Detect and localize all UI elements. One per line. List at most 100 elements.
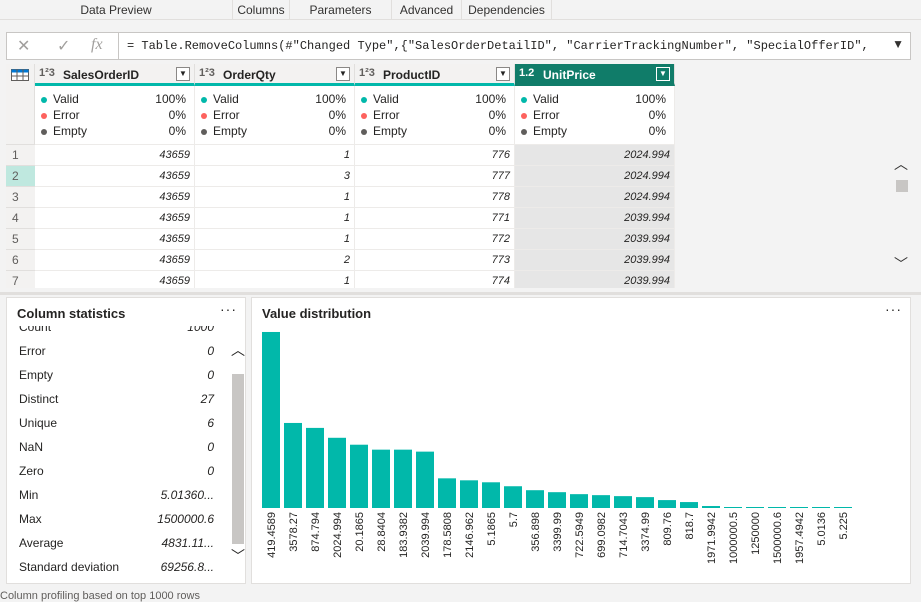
- filter-dropdown-icon[interactable]: ▼: [656, 67, 670, 81]
- table-icon[interactable]: [11, 69, 29, 81]
- check-icon[interactable]: ✓: [57, 36, 70, 56]
- distribution-bar[interactable]: [592, 495, 610, 508]
- decimal-type-icon[interactable]: 1.2: [519, 67, 534, 79]
- table-cell[interactable]: 3: [195, 165, 355, 186]
- distribution-bar[interactable]: [658, 500, 676, 508]
- distribution-bar[interactable]: [284, 422, 302, 508]
- column-quality-unitprice: Valid 100% Error 0% Empty 0%: [515, 86, 675, 144]
- distribution-bar[interactable]: [438, 478, 456, 508]
- row-number[interactable]: 6: [6, 249, 35, 270]
- table-cell[interactable]: 2024.994: [515, 186, 675, 207]
- table-cell[interactable]: 43659: [35, 165, 195, 186]
- distribution-bar[interactable]: [724, 507, 742, 508]
- statistics-scrollbar[interactable]: ︿ ﹀: [229, 340, 247, 568]
- table-cell[interactable]: 43659: [35, 270, 195, 288]
- row-number[interactable]: 5: [6, 228, 35, 249]
- table-cell[interactable]: 43659: [35, 249, 195, 270]
- table-cell[interactable]: 776: [355, 144, 515, 165]
- table-cell[interactable]: 43659: [35, 228, 195, 249]
- table-cell[interactable]: 2039.994: [515, 228, 675, 249]
- table-cell[interactable]: 1: [195, 228, 355, 249]
- distribution-bar[interactable]: [702, 506, 720, 508]
- row-number[interactable]: 2: [6, 165, 35, 186]
- statistic-label: Error: [19, 344, 46, 358]
- table-cell[interactable]: 773: [355, 249, 515, 270]
- table-cell[interactable]: 774: [355, 270, 515, 288]
- distribution-bar[interactable]: [636, 497, 654, 508]
- distribution-bar[interactable]: [548, 492, 566, 508]
- row-number[interactable]: 1: [6, 144, 35, 165]
- distribution-bar[interactable]: [460, 480, 478, 508]
- table-cell[interactable]: 2024.994: [515, 165, 675, 186]
- column-header-productid[interactable]: 1²3 ProductID ▼: [355, 64, 515, 86]
- table-cell[interactable]: 778: [355, 186, 515, 207]
- grid-scrollbar[interactable]: ︿ ﹀: [892, 150, 912, 274]
- distribution-bar[interactable]: [372, 449, 390, 508]
- formula-input[interactable]: = Table.RemoveColumns(#"Changed Type",{"…: [127, 39, 887, 53]
- scroll-down-icon[interactable]: ﹀: [231, 546, 245, 566]
- distribution-bar[interactable]: [328, 437, 346, 508]
- table-cell[interactable]: 1: [195, 186, 355, 207]
- scroll-thumb[interactable]: [232, 374, 244, 544]
- table-cell[interactable]: 43659: [35, 144, 195, 165]
- distribution-bar[interactable]: [416, 451, 434, 508]
- table-cell[interactable]: 772: [355, 228, 515, 249]
- table-cell[interactable]: 771: [355, 207, 515, 228]
- statistic-row: NaN 0: [19, 440, 214, 464]
- row-number[interactable]: 7: [6, 270, 35, 288]
- column-header-unitprice[interactable]: 1.2 UnitPrice ▼: [515, 64, 675, 86]
- table-cell[interactable]: 2024.994: [515, 144, 675, 165]
- distribution-bar[interactable]: [746, 507, 764, 508]
- column-header-orderqty[interactable]: 1²3 OrderQty ▼: [195, 64, 355, 86]
- scroll-up-icon[interactable]: ︿: [231, 340, 245, 360]
- table-menu-corner[interactable]: [6, 64, 35, 146]
- distribution-bar[interactable]: [812, 507, 830, 508]
- table-cell[interactable]: 2039.994: [515, 249, 675, 270]
- table-cell[interactable]: 1: [195, 144, 355, 165]
- table-cell[interactable]: 1: [195, 270, 355, 288]
- distribution-bar[interactable]: [504, 486, 522, 508]
- distribution-bar[interactable]: [680, 502, 698, 508]
- filter-dropdown-icon[interactable]: ▼: [336, 67, 350, 81]
- scroll-thumb[interactable]: [896, 180, 908, 192]
- statistic-label: Empty: [19, 368, 54, 382]
- distribution-bar[interactable]: [262, 331, 280, 508]
- table-cell[interactable]: 2: [195, 249, 355, 270]
- table-cell[interactable]: 2039.994: [515, 207, 675, 228]
- whole-number-type-icon[interactable]: 1²3: [359, 67, 375, 79]
- distribution-bar[interactable]: [834, 507, 852, 508]
- fx-icon[interactable]: fx: [91, 36, 103, 54]
- distribution-bar[interactable]: [482, 482, 500, 508]
- pane-divider[interactable]: [0, 292, 921, 295]
- distribution-bar[interactable]: [614, 496, 632, 508]
- distribution-bar[interactable]: [306, 427, 324, 508]
- chevron-down-icon[interactable]: ▼: [892, 37, 904, 51]
- row-number[interactable]: 3: [6, 186, 35, 207]
- distribution-bar[interactable]: [394, 449, 412, 508]
- whole-number-type-icon[interactable]: 1²3: [199, 67, 215, 79]
- distribution-bar[interactable]: [790, 507, 808, 508]
- distribution-bar[interactable]: [350, 444, 368, 508]
- profiling-status[interactable]: Column profiling based on top 1000 rows: [0, 590, 200, 602]
- more-options-icon[interactable]: ···: [885, 301, 902, 317]
- filter-dropdown-icon[interactable]: ▼: [176, 67, 190, 81]
- more-options-icon[interactable]: ···: [220, 301, 237, 317]
- whole-number-type-icon[interactable]: 1²3: [39, 67, 55, 79]
- formula-bar: ✕ ✓ fx = Table.RemoveColumns(#"Changed T…: [6, 32, 911, 60]
- distribution-bar[interactable]: [768, 507, 786, 508]
- distribution-bar-label: 28.8404: [376, 512, 388, 552]
- filter-dropdown-icon[interactable]: ▼: [496, 67, 510, 81]
- close-icon[interactable]: ✕: [17, 36, 30, 56]
- distribution-bar[interactable]: [570, 494, 588, 508]
- distribution-bar[interactable]: [526, 490, 544, 508]
- table-cell[interactable]: 43659: [35, 207, 195, 228]
- scroll-up-icon[interactable]: ︿: [894, 154, 908, 174]
- table-cell[interactable]: 777: [355, 165, 515, 186]
- scroll-down-icon[interactable]: ﹀: [894, 254, 908, 274]
- table-cell[interactable]: 43659: [35, 186, 195, 207]
- column-header-salesorderid[interactable]: 1²3 SalesOrderID ▼: [35, 64, 195, 86]
- table-cell[interactable]: 2039.994: [515, 270, 675, 288]
- table-cell[interactable]: 1: [195, 207, 355, 228]
- quality-valid: Valid 100%: [521, 92, 666, 108]
- row-number[interactable]: 4: [6, 207, 35, 228]
